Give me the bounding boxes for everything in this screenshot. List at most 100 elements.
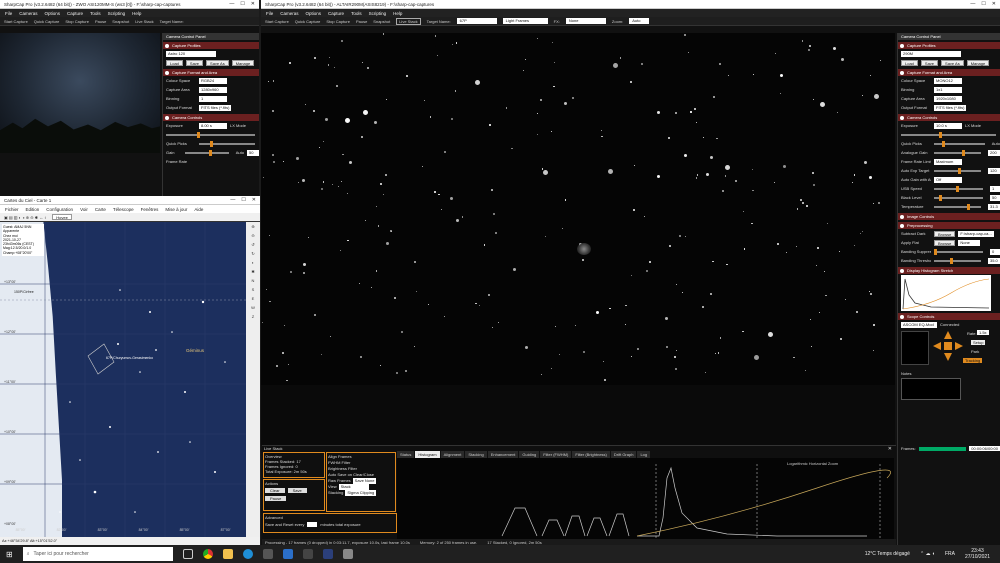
main-saveas-button[interactable]: Save As bbox=[941, 59, 964, 66]
main-colour-space-select[interactable]: MONO12 bbox=[934, 77, 962, 84]
dark-file-select[interactable]: F:\sharp-cap-ca... bbox=[958, 230, 994, 237]
cdc-taskbar-icon[interactable] bbox=[322, 549, 333, 559]
left-lx-mode-checkbox[interactable]: LX Mode bbox=[230, 123, 246, 128]
close-icon[interactable]: ✕ bbox=[992, 1, 996, 7]
cdc-menu-fenetres[interactable]: Fenêtres bbox=[141, 207, 159, 212]
left-save-button[interactable]: Save bbox=[185, 59, 204, 66]
cdc-sky-chart[interactable]: Guest: AMAJ 5NN Apparente Chez moi 2021-… bbox=[0, 222, 246, 537]
left-section-format[interactable]: Capture Format and Area bbox=[163, 69, 259, 76]
main-section-controls[interactable]: Camera Controls bbox=[898, 114, 1000, 121]
app-taskbar-icon[interactable] bbox=[342, 549, 353, 559]
left-section-controls[interactable]: Camera Controls bbox=[163, 114, 259, 121]
flat-file-select[interactable]: None bbox=[958, 239, 981, 246]
minimize-icon[interactable]: — bbox=[970, 1, 975, 7]
menu-file[interactable]: File bbox=[266, 11, 273, 16]
weather-status[interactable]: 12°C Temps dégagé bbox=[865, 551, 910, 557]
sharpcap-taskbar-icon[interactable] bbox=[302, 549, 313, 559]
left-manage-button[interactable]: Manage bbox=[231, 59, 255, 66]
main-section-profiles[interactable]: Capture Profiles bbox=[898, 42, 1000, 49]
tab-log[interactable]: Log bbox=[637, 451, 651, 458]
start-capture-button[interactable]: Start Capture bbox=[4, 19, 28, 24]
menu-help[interactable]: Help bbox=[393, 11, 402, 16]
stack-pause-button[interactable]: Pause bbox=[265, 496, 287, 501]
main-section-image-controls[interactable]: Image Controls bbox=[898, 213, 1000, 220]
left-saveas-button[interactable]: Save As bbox=[206, 59, 229, 66]
west-arrow-icon[interactable] bbox=[933, 342, 941, 350]
taskbar-search[interactable]: ⌕ Taper ici pour rechercher bbox=[22, 547, 173, 561]
quick-capture-button[interactable]: Quick Capture bbox=[34, 19, 60, 24]
tab-filter-brightness[interactable]: Filter (Brightness) bbox=[572, 451, 610, 458]
east-arrow-icon[interactable] bbox=[955, 342, 963, 350]
cdc-menu-configuration[interactable]: Configuration bbox=[46, 207, 73, 212]
menu-cameras[interactable]: Cameras bbox=[19, 11, 37, 16]
main-lx-mode-checkbox[interactable]: LX Mode bbox=[965, 123, 981, 128]
flat-browse-button[interactable]: Browse bbox=[934, 239, 956, 246]
tab-guiding[interactable]: Guiding bbox=[519, 451, 540, 458]
main-gain-value[interactable]: 200 bbox=[988, 149, 1000, 156]
menu-cameras[interactable]: Cameras bbox=[280, 11, 298, 16]
language-indicator[interactable]: FRA bbox=[945, 551, 955, 557]
left-load-button[interactable]: Load bbox=[166, 59, 183, 66]
main-usb-slider[interactable] bbox=[934, 185, 983, 192]
cdc-comet-label[interactable]: 67P/Churyumov-Gerasimenko bbox=[106, 356, 153, 360]
main-section-preprocessing[interactable]: Preprocessing bbox=[898, 222, 1000, 229]
left-exposure-select[interactable]: 8.00 s bbox=[199, 122, 227, 129]
live-stack-button[interactable]: Live Stack bbox=[396, 17, 421, 25]
menu-scripting[interactable]: Scripting bbox=[108, 11, 126, 16]
main-black-level-value[interactable]: 50 bbox=[990, 194, 1000, 201]
main-save-button[interactable]: Save bbox=[920, 59, 939, 66]
display-histogram[interactable] bbox=[901, 275, 991, 311]
pause-button[interactable]: Pause bbox=[356, 19, 367, 24]
main-profile-select[interactable]: 290M bbox=[901, 50, 961, 57]
chrome-icon[interactable] bbox=[202, 549, 213, 559]
snapshot-button[interactable]: Snapshot bbox=[373, 19, 390, 24]
save-reset-checkbox[interactable]: Save and Reset every bbox=[265, 522, 304, 527]
start-capture-button[interactable]: Start Capture bbox=[265, 19, 289, 24]
cdc-location-select[interactable]: Hovee bbox=[52, 214, 73, 220]
menu-help[interactable]: Help bbox=[132, 11, 141, 16]
main-section-scope[interactable]: Scope Controls bbox=[898, 313, 1000, 320]
main-capture-area-select[interactable]: 1920x1080 bbox=[934, 95, 962, 102]
cdc-menu-edition[interactable]: Edition bbox=[26, 207, 40, 212]
stop-slew-icon[interactable] bbox=[944, 342, 952, 350]
left-quick-picks-slider[interactable] bbox=[199, 140, 255, 147]
main-section-histogram[interactable]: Display Histogram Stretch bbox=[898, 267, 1000, 274]
main-exposure-slider[interactable] bbox=[901, 131, 996, 138]
notes-textarea[interactable] bbox=[901, 378, 961, 400]
main-quick-picks-slider[interactable] bbox=[934, 140, 985, 147]
main-auto-gain-select[interactable]: Off bbox=[934, 176, 962, 183]
tracking-button[interactable]: Tracking bbox=[963, 358, 983, 363]
minimize-icon[interactable]: — bbox=[230, 197, 235, 203]
south-arrow-icon[interactable] bbox=[944, 353, 952, 361]
main-usb-value[interactable]: 1 bbox=[990, 185, 1000, 192]
main-temp-slider[interactable] bbox=[934, 203, 981, 210]
cdc-menu-maj[interactable]: Mise à jour bbox=[165, 207, 187, 212]
main-auto-exp-slider[interactable] bbox=[934, 167, 981, 174]
live-stack-button[interactable]: Live Stack bbox=[135, 19, 153, 24]
left-gain-auto[interactable]: Auto bbox=[236, 150, 244, 155]
tab-stacking[interactable]: Stacking bbox=[465, 451, 487, 458]
direction-pad[interactable] bbox=[933, 331, 963, 361]
main-black-level-slider[interactable] bbox=[934, 194, 983, 201]
snapshot-button[interactable]: Snapshot bbox=[112, 19, 129, 24]
menu-options[interactable]: Options bbox=[306, 11, 322, 16]
tab-status[interactable]: Status bbox=[397, 451, 415, 458]
left-exposure-slider[interactable] bbox=[166, 131, 255, 138]
save-reset-minutes[interactable] bbox=[307, 522, 318, 527]
dark-browse-button[interactable]: Browse bbox=[934, 230, 956, 237]
park-checkbox[interactable]: Park bbox=[971, 349, 979, 354]
main-manage-button[interactable]: Manage bbox=[966, 59, 990, 66]
minimize-icon[interactable]: — bbox=[229, 1, 234, 7]
tab-alignment[interactable]: Alignment bbox=[440, 451, 465, 458]
banding-suppression-slider[interactable] bbox=[934, 248, 983, 255]
banding-threshold-slider[interactable] bbox=[934, 257, 981, 264]
cdc-side-toolbar[interactable]: ⊕ ⊖ ↺ ↻ ◐ ✱ N S E W Z bbox=[246, 222, 260, 537]
banding-threshold-value[interactable]: 35.0 bbox=[988, 257, 1000, 264]
store-icon[interactable] bbox=[262, 549, 273, 559]
left-colour-space-select[interactable]: RGB24 bbox=[199, 77, 227, 84]
stack-clear-button[interactable]: Clear bbox=[265, 488, 285, 493]
menu-tools[interactable]: Tools bbox=[351, 11, 362, 16]
menu-tools[interactable]: Tools bbox=[90, 11, 101, 16]
clock[interactable]: 23:43 27/10/2021 bbox=[965, 548, 1000, 560]
north-arrow-icon[interactable] bbox=[944, 331, 952, 339]
